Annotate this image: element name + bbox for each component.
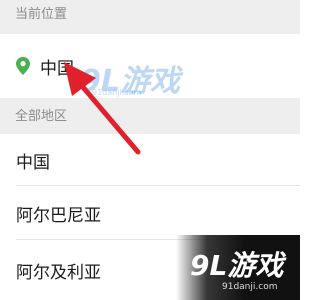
section-title-all: 全部地区 (15, 109, 68, 124)
location-pin-icon (16, 57, 30, 75)
region-label: 中国 (16, 152, 50, 173)
region-list-item[interactable]: 中国 (0, 134, 300, 186)
section-header-current-location: 当前位置 (0, 0, 300, 34)
current-location-label: 中国 (40, 58, 74, 79)
section-title-current: 当前位置 (15, 7, 68, 22)
region-list-item[interactable]: 阿尔巴尼亚 (0, 186, 300, 240)
watermark-panel (176, 235, 300, 300)
region-label: 阿尔及利亚 (16, 262, 101, 283)
region-label: 阿尔巴尼亚 (16, 205, 101, 226)
current-location-row[interactable]: 中国 (0, 34, 300, 98)
section-header-all-regions: 全部地区 (0, 98, 300, 134)
